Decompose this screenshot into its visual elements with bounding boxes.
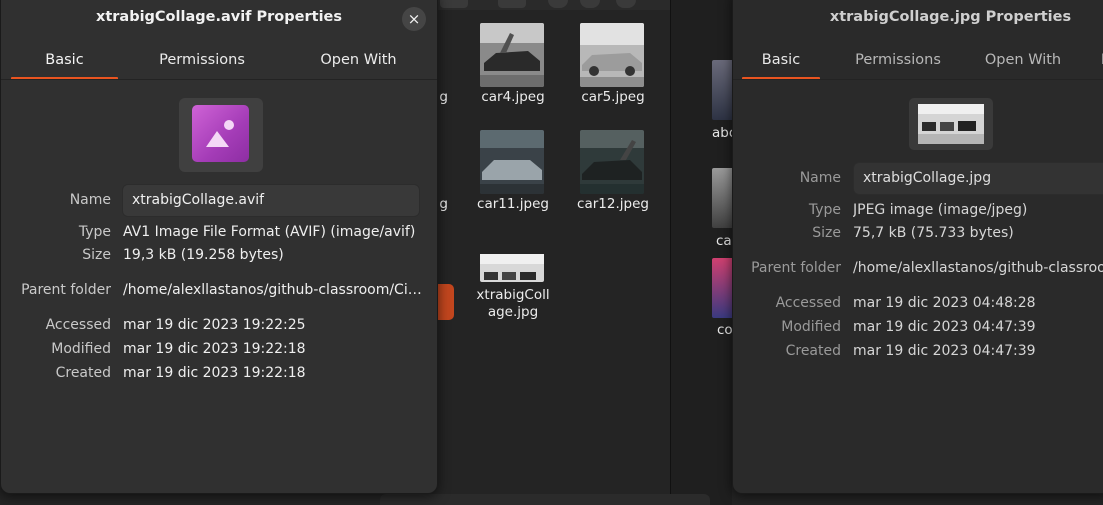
file-name: ca bbox=[716, 233, 732, 249]
file-name: co bbox=[717, 322, 733, 338]
toolbar-button[interactable] bbox=[498, 0, 526, 8]
image-file-icon bbox=[192, 105, 249, 162]
tab-permissions[interactable]: Permissions bbox=[843, 45, 953, 80]
parent-folder-value[interactable]: /home/alexllastanos/github-classroom bbox=[853, 260, 1103, 276]
modified-label: Modified bbox=[781, 319, 841, 335]
size-label: Size bbox=[82, 247, 111, 263]
tab-divider bbox=[733, 79, 1103, 80]
file-thumbnail-car4[interactable] bbox=[480, 23, 544, 87]
file-name: car11.jpeg bbox=[477, 196, 549, 212]
tab-permissions[interactable]: Permissions bbox=[141, 45, 263, 80]
tab-divider bbox=[1, 79, 437, 80]
type-label: Type bbox=[78, 224, 111, 240]
file-thumbnail-xtrabigcollage-jpg[interactable] bbox=[480, 242, 544, 282]
created-value: mar 19 dic 2023 04:47:39 bbox=[853, 343, 1036, 359]
created-value: mar 19 dic 2023 19:22:18 bbox=[123, 365, 306, 381]
close-icon[interactable]: × bbox=[402, 7, 426, 31]
modified-label: Modified bbox=[51, 341, 111, 357]
file-thumbnail[interactable] bbox=[712, 258, 734, 318]
name-field[interactable]: xtrabigCollage.jpg bbox=[853, 162, 1103, 195]
tab-open-with[interactable]: Open With bbox=[301, 45, 416, 80]
tab-partial[interactable]: I bbox=[1093, 45, 1103, 80]
type-label: Type bbox=[808, 202, 841, 218]
file-name: age.jpg bbox=[487, 304, 539, 320]
modified-value: mar 19 dic 2023 19:22:18 bbox=[123, 341, 306, 357]
dialog-title: xtrabigCollage.jpg Properties bbox=[829, 9, 1072, 25]
parent-folder-label: Parent folder bbox=[751, 260, 841, 276]
size-value: 75,7 kB (75.733 bytes) bbox=[853, 225, 1014, 241]
dialog-title: xtrabigCollage.avif Properties bbox=[95, 9, 343, 25]
properties-dialog-jpg: xtrabigCollage.jpg Properties Basic Perm… bbox=[732, 0, 1103, 494]
accessed-label: Accessed bbox=[45, 317, 111, 333]
toolbar-button[interactable] bbox=[616, 0, 636, 8]
accessed-value: mar 19 dic 2023 19:22:25 bbox=[123, 317, 306, 333]
file-name: car5.jpeg bbox=[581, 89, 645, 105]
accessed-value: mar 19 dic 2023 04:48:28 bbox=[853, 295, 1036, 311]
size-value: 19,3 kB (19.258 bytes) bbox=[123, 247, 284, 263]
image-preview-icon bbox=[918, 104, 984, 144]
tab-basic[interactable]: Basic bbox=[11, 45, 118, 80]
type-value: JPEG image (image/jpeg) bbox=[853, 202, 1028, 218]
file-thumbnail-car11[interactable] bbox=[480, 130, 544, 194]
file-thumbnail-car5[interactable] bbox=[580, 23, 644, 87]
file-thumbnail-car12[interactable] bbox=[580, 130, 644, 194]
accessed-label: Accessed bbox=[775, 295, 841, 311]
tab-open-with[interactable]: Open With bbox=[973, 45, 1073, 80]
properties-dialog-avif: xtrabigCollage.avif Properties × Basic P… bbox=[0, 0, 438, 494]
toolbar-button[interactable] bbox=[548, 0, 568, 8]
created-label: Created bbox=[785, 343, 841, 359]
toolbar-button[interactable] bbox=[580, 0, 600, 8]
created-label: Created bbox=[55, 365, 111, 381]
file-thumbnail[interactable] bbox=[712, 168, 734, 228]
parent-folder-label: Parent folder bbox=[21, 282, 111, 298]
toolbar-button[interactable] bbox=[440, 0, 468, 8]
name-label: Name bbox=[799, 170, 841, 186]
file-icon-button[interactable] bbox=[179, 98, 263, 172]
file-name: car12.jpeg bbox=[577, 196, 649, 212]
modified-value: mar 19 dic 2023 04:47:39 bbox=[853, 319, 1036, 335]
size-label: Size bbox=[812, 225, 841, 241]
file-thumbnail[interactable] bbox=[712, 60, 734, 120]
orange-button[interactable] bbox=[438, 284, 454, 320]
file-preview-button[interactable] bbox=[909, 98, 993, 150]
dialog-titlebar[interactable]: xtrabigCollage.avif Properties × bbox=[1, 1, 437, 35]
parent-folder-value[interactable]: /home/alexllastanos/github-classroom/Ci… bbox=[123, 282, 423, 298]
name-label: Name bbox=[69, 192, 111, 208]
file-name: xtrabigColl bbox=[476, 287, 550, 303]
dialog-titlebar[interactable]: xtrabigCollage.jpg Properties bbox=[733, 1, 1103, 35]
file-name: car4.jpeg bbox=[481, 89, 545, 105]
tab-basic[interactable]: Basic bbox=[742, 45, 820, 80]
status-bar bbox=[380, 494, 710, 505]
name-field[interactable]: xtrabigCollage.avif bbox=[122, 184, 420, 217]
type-value: AV1 Image File Format (AVIF) (image/avif… bbox=[123, 224, 416, 240]
